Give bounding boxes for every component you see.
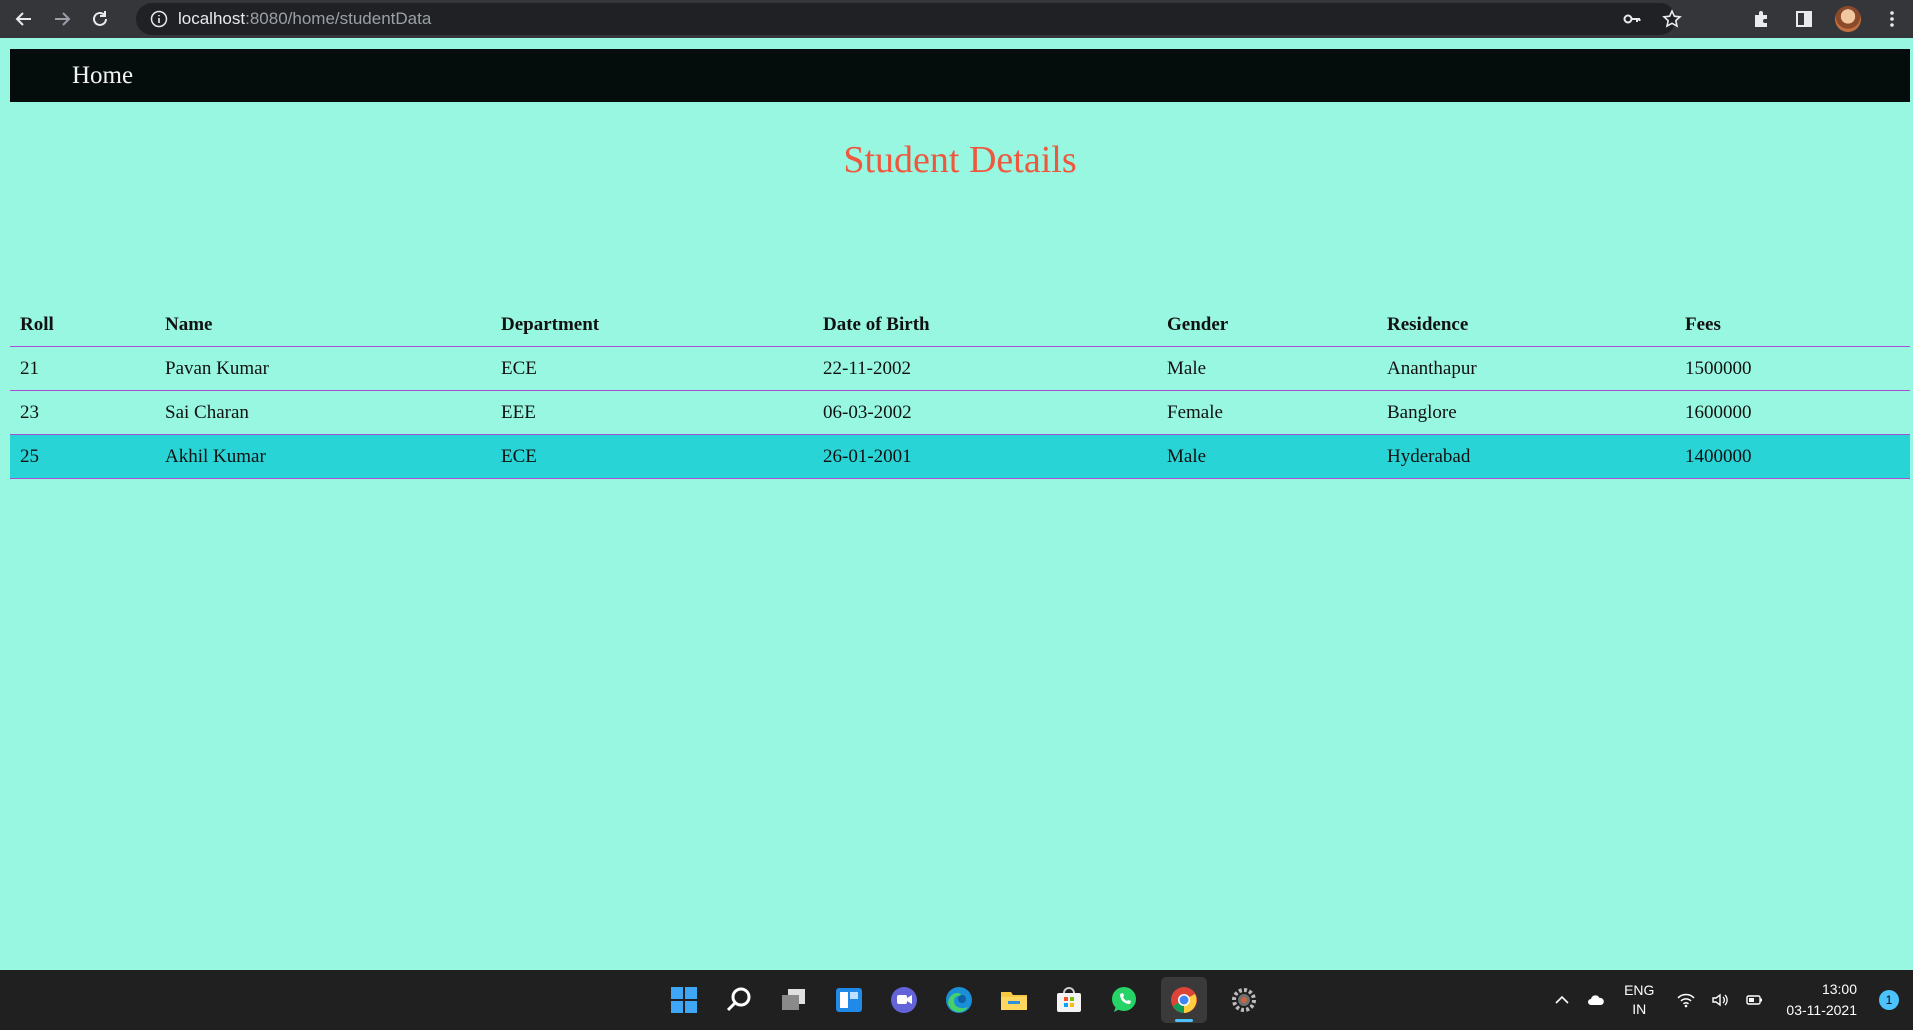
clock-date: 03-11-2021	[1786, 1002, 1857, 1018]
cell-fees: 1400000	[1675, 434, 1910, 479]
forward-button[interactable]	[48, 5, 76, 33]
password-key-icon[interactable]	[1621, 8, 1643, 30]
chrome-icon[interactable]	[1161, 977, 1207, 1023]
reload-button[interactable]	[86, 5, 114, 33]
whatsapp-icon[interactable]	[1106, 982, 1142, 1018]
microsoft-store-icon[interactable]	[1051, 982, 1087, 1018]
language-indicator[interactable]: ENG IN	[1624, 981, 1654, 1019]
cell-roll: 25	[10, 434, 155, 479]
column-header-residence: Residence	[1377, 304, 1675, 347]
settings-icon[interactable]	[1226, 982, 1262, 1018]
cell-fees: 1600000	[1675, 390, 1910, 435]
column-header-date-of-birth: Date of Birth	[813, 304, 1157, 347]
page-viewport: Home Student Details Roll Name Departmen…	[0, 38, 1913, 970]
language-label: ENG	[1624, 982, 1655, 998]
extensions-puzzle-icon[interactable]	[1751, 8, 1773, 30]
column-header-fees: Fees	[1675, 304, 1910, 347]
profile-avatar[interactable]	[1835, 6, 1861, 32]
nav-home-link[interactable]: Home	[72, 62, 133, 90]
column-header-gender: Gender	[1157, 304, 1377, 347]
widgets-icon[interactable]	[831, 982, 867, 1018]
column-header-department: Department	[491, 304, 813, 347]
cell-gender: Male	[1157, 346, 1377, 391]
search-icon[interactable]	[721, 982, 757, 1018]
forward-arrow-icon	[55, 12, 71, 26]
browser-toolbar: localhost:8080/home/studentData	[0, 0, 1913, 38]
clock[interactable]: 13:00 03-11-2021	[1778, 979, 1865, 1021]
cell-gender: Female	[1157, 390, 1377, 435]
onedrive-cloud-icon[interactable]	[1586, 990, 1606, 1010]
edge-icon[interactable]	[941, 982, 977, 1018]
page-title: Student Details	[843, 139, 1077, 181]
cell-roll: 23	[10, 390, 155, 435]
file-explorer-icon[interactable]	[996, 982, 1032, 1018]
cell-date-of-birth: 06-03-2002	[813, 390, 1157, 435]
student-table: Roll Name Department Date of Birth Gende…	[10, 304, 1910, 479]
bookmark-star-icon[interactable]	[1661, 8, 1683, 30]
table-row: 23 Sai Charan EEE 06-03-2002 Female Bang…	[10, 390, 1910, 435]
cell-roll: 21	[10, 346, 155, 391]
volume-icon[interactable]	[1710, 990, 1730, 1010]
cell-date-of-birth: 26-01-2001	[813, 434, 1157, 479]
cell-residence: Hyderabad	[1377, 434, 1675, 479]
notification-badge[interactable]: 1	[1879, 990, 1899, 1010]
url-path: :8080/home/studentData	[245, 9, 432, 28]
cell-residence: Banglore	[1377, 390, 1675, 435]
wifi-icon[interactable]	[1676, 990, 1696, 1010]
reload-icon	[93, 11, 107, 26]
table-row: 21 Pavan Kumar ECE 22-11-2002 Male Anant…	[10, 346, 1910, 391]
region-label: IN	[1632, 1001, 1647, 1017]
cell-name: Akhil Kumar	[155, 434, 491, 479]
top-navbar: Home	[10, 49, 1910, 102]
kebab-menu-icon[interactable]	[1881, 8, 1903, 30]
cell-gender: Male	[1157, 434, 1377, 479]
cell-fees: 1500000	[1675, 346, 1910, 391]
omnibox-actions	[1621, 0, 1683, 38]
back-button[interactable]	[10, 5, 38, 33]
teams-chat-icon[interactable]	[886, 982, 922, 1018]
column-header-name: Name	[155, 304, 491, 347]
cell-department: ECE	[491, 346, 813, 391]
battery-icon[interactable]	[1744, 990, 1764, 1010]
url-host: localhost	[178, 9, 246, 28]
taskbar-apps	[666, 970, 1262, 1030]
cell-name: Sai Charan	[155, 390, 491, 435]
table-header-row: Roll Name Department Date of Birth Gende…	[10, 304, 1910, 347]
address-bar[interactable]: localhost:8080/home/studentData	[136, 3, 1676, 35]
cell-name: Pavan Kumar	[155, 346, 491, 391]
windows-taskbar: ENG IN 13:00 03-11-2021 1	[0, 970, 1913, 1030]
side-panel-icon[interactable]	[1793, 8, 1815, 30]
cell-department: EEE	[491, 390, 813, 435]
back-arrow-icon	[15, 12, 31, 26]
task-view-icon[interactable]	[776, 982, 812, 1018]
column-header-roll: Roll	[10, 304, 155, 347]
chevron-up-icon[interactable]	[1552, 990, 1572, 1010]
windows-start-icon[interactable]	[666, 982, 702, 1018]
site-info-icon[interactable]	[150, 10, 168, 28]
table-row-highlighted: 25 Akhil Kumar ECE 26-01-2001 Male Hyder…	[10, 434, 1910, 479]
clock-time: 13:00	[1821, 981, 1857, 997]
system-tray: ENG IN 13:00 03-11-2021 1	[1552, 970, 1913, 1030]
cell-residence: Ananthapur	[1377, 346, 1675, 391]
cell-department: ECE	[491, 434, 813, 479]
cell-date-of-birth: 22-11-2002	[813, 346, 1157, 391]
toolbar-actions	[1751, 0, 1903, 38]
